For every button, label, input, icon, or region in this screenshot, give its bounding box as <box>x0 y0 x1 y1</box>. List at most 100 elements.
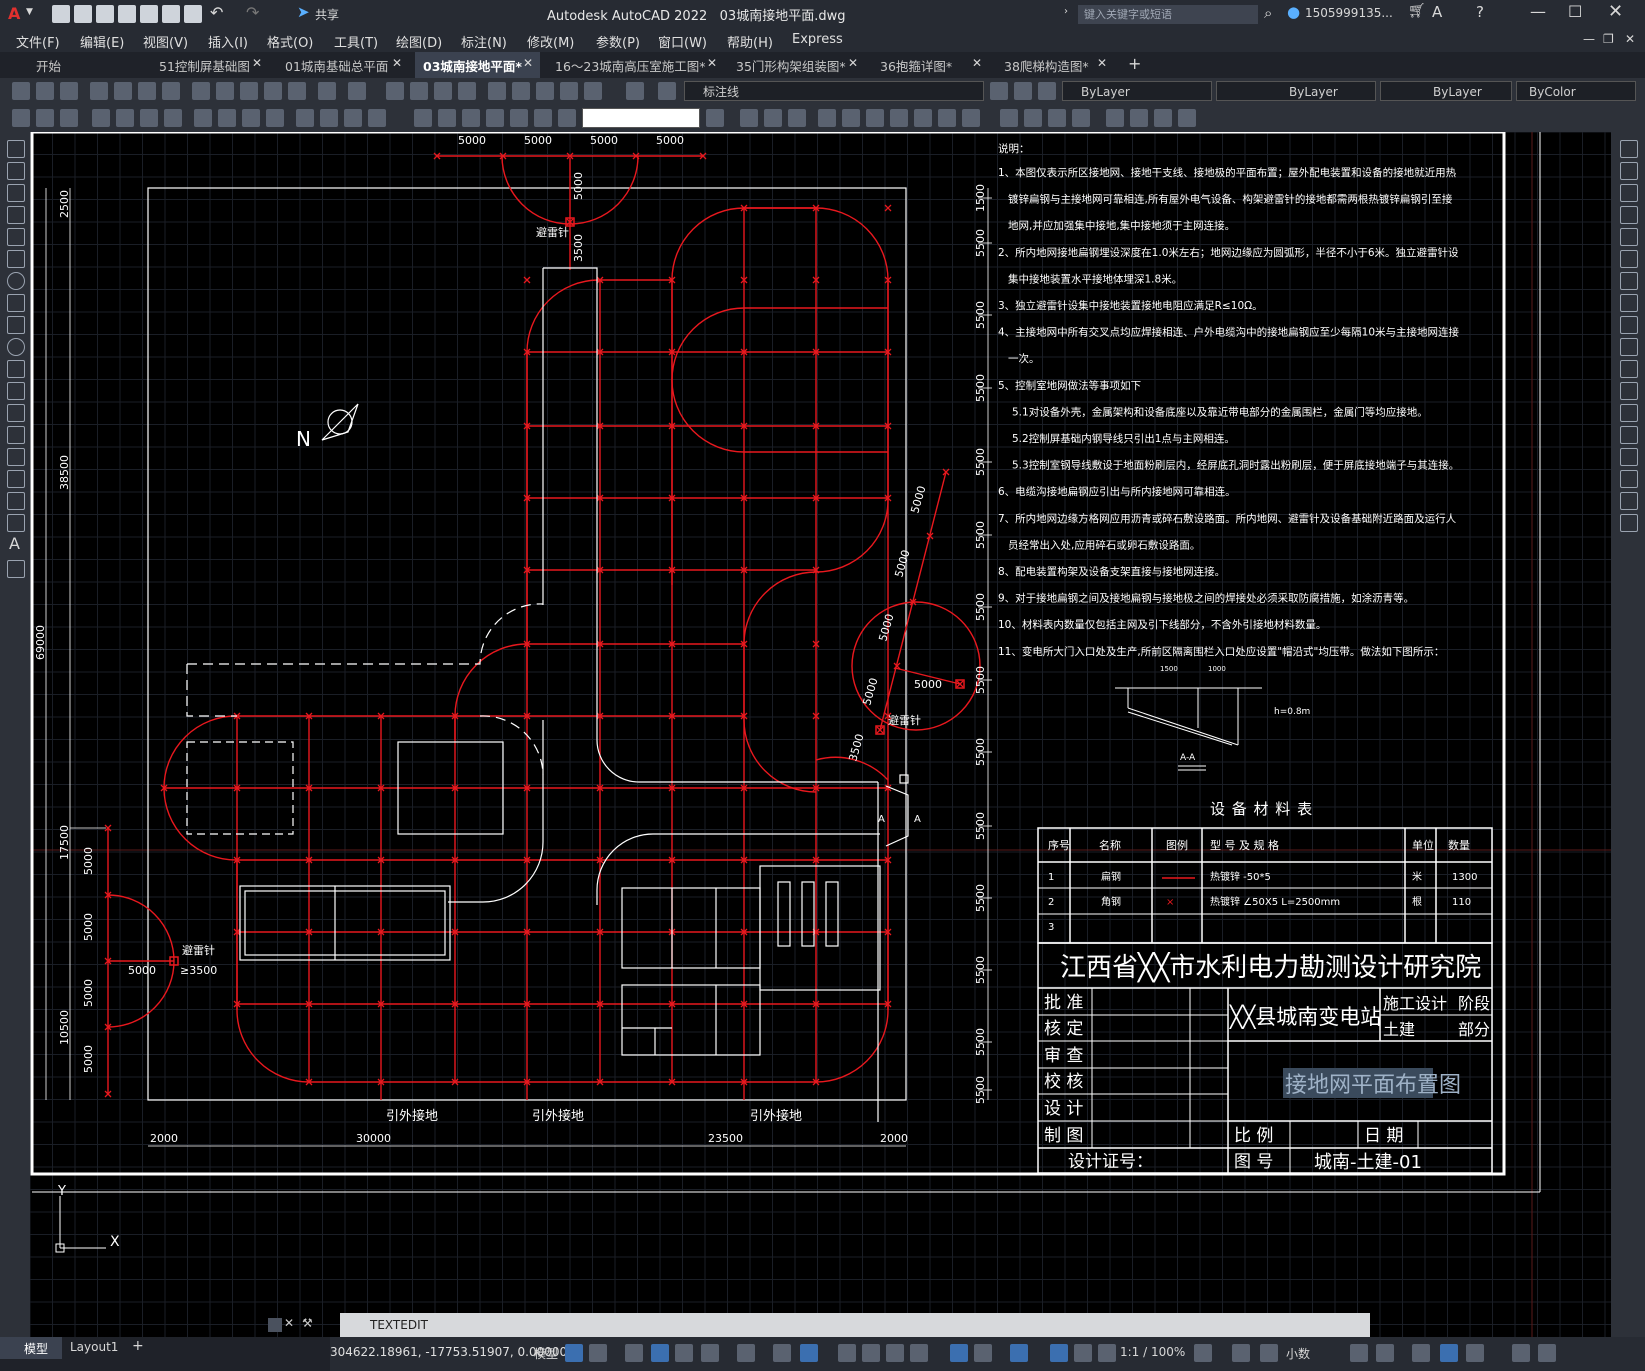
tool-icon[interactable] <box>434 82 452 100</box>
hardware-acceleration-icon[interactable] <box>1440 1344 1458 1362</box>
new-file-icon[interactable] <box>52 5 70 23</box>
tool-icon[interactable] <box>60 109 78 127</box>
tool-icon[interactable] <box>60 82 78 100</box>
tool-icon[interactable] <box>414 109 432 127</box>
customize-icon[interactable] <box>1512 1344 1530 1362</box>
doc-close-button[interactable]: ✕ <box>1625 32 1635 46</box>
tool-icon[interactable] <box>512 82 530 100</box>
wrench-icon[interactable]: ⚒ <box>302 1316 313 1330</box>
menu-modify[interactable]: 修改(M) <box>527 32 574 51</box>
layer-dropdown[interactable]: 标注线 <box>684 81 984 101</box>
color-dropdown[interactable]: ByLayer <box>1062 81 1212 101</box>
search-icon[interactable]: ⌕ <box>1264 4 1272 22</box>
tab-03[interactable]: 03城南接地平面* <box>423 56 522 75</box>
command-line[interactable]: TEXTEDIT <box>340 1313 1370 1337</box>
transparency-icon[interactable] <box>862 1344 880 1362</box>
tool-icon[interactable] <box>788 109 806 127</box>
undo-icon[interactable] <box>318 82 336 100</box>
quick-properties-icon[interactable] <box>1350 1344 1368 1362</box>
app-logo[interactable]: A <box>8 4 20 23</box>
menu-file[interactable]: 文件(F) <box>16 32 60 51</box>
open-web-icon[interactable] <box>140 5 158 23</box>
coordinate-readout[interactable]: 304622.18961, -17753.51907, 0.00000 <box>330 1345 567 1359</box>
tab-35[interactable]: 35门形构架组装图* <box>736 56 846 75</box>
tool-icon[interactable] <box>194 109 212 127</box>
break-point-icon[interactable] <box>1620 382 1638 400</box>
pan-icon[interactable] <box>386 82 404 100</box>
add-selected-icon[interactable] <box>7 560 25 578</box>
open-file-icon[interactable] <box>74 5 92 23</box>
make-block-icon[interactable] <box>7 404 25 422</box>
table-icon[interactable] <box>7 514 25 532</box>
tool-icon[interactable] <box>296 109 314 127</box>
status-menu-icon[interactable] <box>1538 1344 1556 1362</box>
tool-icon[interactable] <box>890 109 908 127</box>
tool-icon[interactable] <box>90 82 108 100</box>
save-web-icon[interactable] <box>162 5 180 23</box>
plot-icon[interactable] <box>184 5 202 23</box>
tool-icon[interactable] <box>1072 109 1090 127</box>
units-icon[interactable] <box>1260 1344 1278 1362</box>
tool-icon[interactable] <box>266 109 284 127</box>
tool-icon[interactable] <box>536 82 554 100</box>
search-input[interactable]: 键入关键字或短语 <box>1078 5 1258 24</box>
revcloud-icon[interactable] <box>7 294 25 312</box>
tool-icon[interactable] <box>216 82 234 100</box>
line-icon[interactable] <box>7 140 25 158</box>
doc-minimize-button[interactable]: — <box>1583 32 1595 46</box>
model-space-button[interactable]: 模型 <box>534 1345 558 1362</box>
explode-icon[interactable] <box>1620 514 1638 532</box>
hatch-icon[interactable] <box>7 448 25 466</box>
annotation-monitor-icon[interactable] <box>1232 1344 1250 1362</box>
tool-icon[interactable] <box>1154 109 1172 127</box>
object-snap-icon[interactable] <box>800 1344 818 1362</box>
zoom-icon[interactable] <box>410 82 428 100</box>
linetype-dropdown[interactable]: ByLayer <box>1216 81 1376 101</box>
tool-icon[interactable] <box>486 109 504 127</box>
dimstyle-dropdown[interactable] <box>582 108 700 128</box>
construction-line-icon[interactable] <box>7 162 25 180</box>
menu-express[interactable]: Express <box>792 32 843 47</box>
drawing-canvas[interactable]: N 5000 5000 5000 5000 5000 3500 避雷针 避雷针 … <box>30 132 1611 1337</box>
tool-icon[interactable] <box>288 82 306 100</box>
arc-icon[interactable] <box>7 250 25 268</box>
undo-icon[interactable]: ↶ <box>210 3 223 22</box>
tool-icon[interactable] <box>1024 109 1042 127</box>
auto-scale-icon[interactable] <box>1074 1344 1092 1362</box>
tool-icon[interactable] <box>962 109 980 127</box>
tool-icon[interactable] <box>140 109 158 127</box>
scale-icon[interactable] <box>1620 294 1638 312</box>
gradient-icon[interactable] <box>7 470 25 488</box>
save-as-icon[interactable] <box>118 5 136 23</box>
isodraft-icon[interactable] <box>737 1344 755 1362</box>
tool-icon[interactable] <box>36 82 54 100</box>
tool-icon[interactable] <box>488 82 506 100</box>
join-icon[interactable] <box>1620 426 1638 444</box>
help-icon[interactable]: ? <box>1476 3 1484 21</box>
doc-restore-button[interactable]: ❐ <box>1603 32 1614 46</box>
command-line-handle[interactable] <box>268 1318 282 1332</box>
menu-help[interactable]: 帮助(H) <box>727 32 773 51</box>
spline-icon[interactable] <box>7 316 25 334</box>
tool-icon[interactable] <box>162 82 180 100</box>
tool-icon[interactable] <box>458 82 476 100</box>
annotation-scale-icon[interactable] <box>1098 1344 1116 1362</box>
polyline-icon[interactable] <box>7 184 25 202</box>
mtext-icon[interactable]: A <box>9 534 20 553</box>
mirror-icon[interactable] <box>1620 184 1638 202</box>
chamfer-icon[interactable] <box>1620 448 1638 466</box>
tool-icon[interactable] <box>510 109 528 127</box>
gizmo-icon[interactable] <box>1010 1344 1028 1362</box>
tab-start[interactable]: 开始 <box>36 56 61 75</box>
region-icon[interactable] <box>7 492 25 510</box>
add-layout-icon[interactable]: + <box>132 1338 144 1354</box>
menu-parametric[interactable]: 参数(P) <box>596 32 640 51</box>
blend-icon[interactable] <box>1620 492 1638 510</box>
close-icon[interactable]: ✕ <box>1097 56 1107 70</box>
tool-icon[interactable] <box>818 109 836 127</box>
snap-icon[interactable] <box>589 1344 607 1362</box>
tool-icon[interactable] <box>344 109 362 127</box>
menu-edit[interactable]: 编辑(E) <box>80 32 124 51</box>
tool-icon[interactable] <box>218 109 236 127</box>
layer-properties-icon[interactable] <box>658 82 676 100</box>
